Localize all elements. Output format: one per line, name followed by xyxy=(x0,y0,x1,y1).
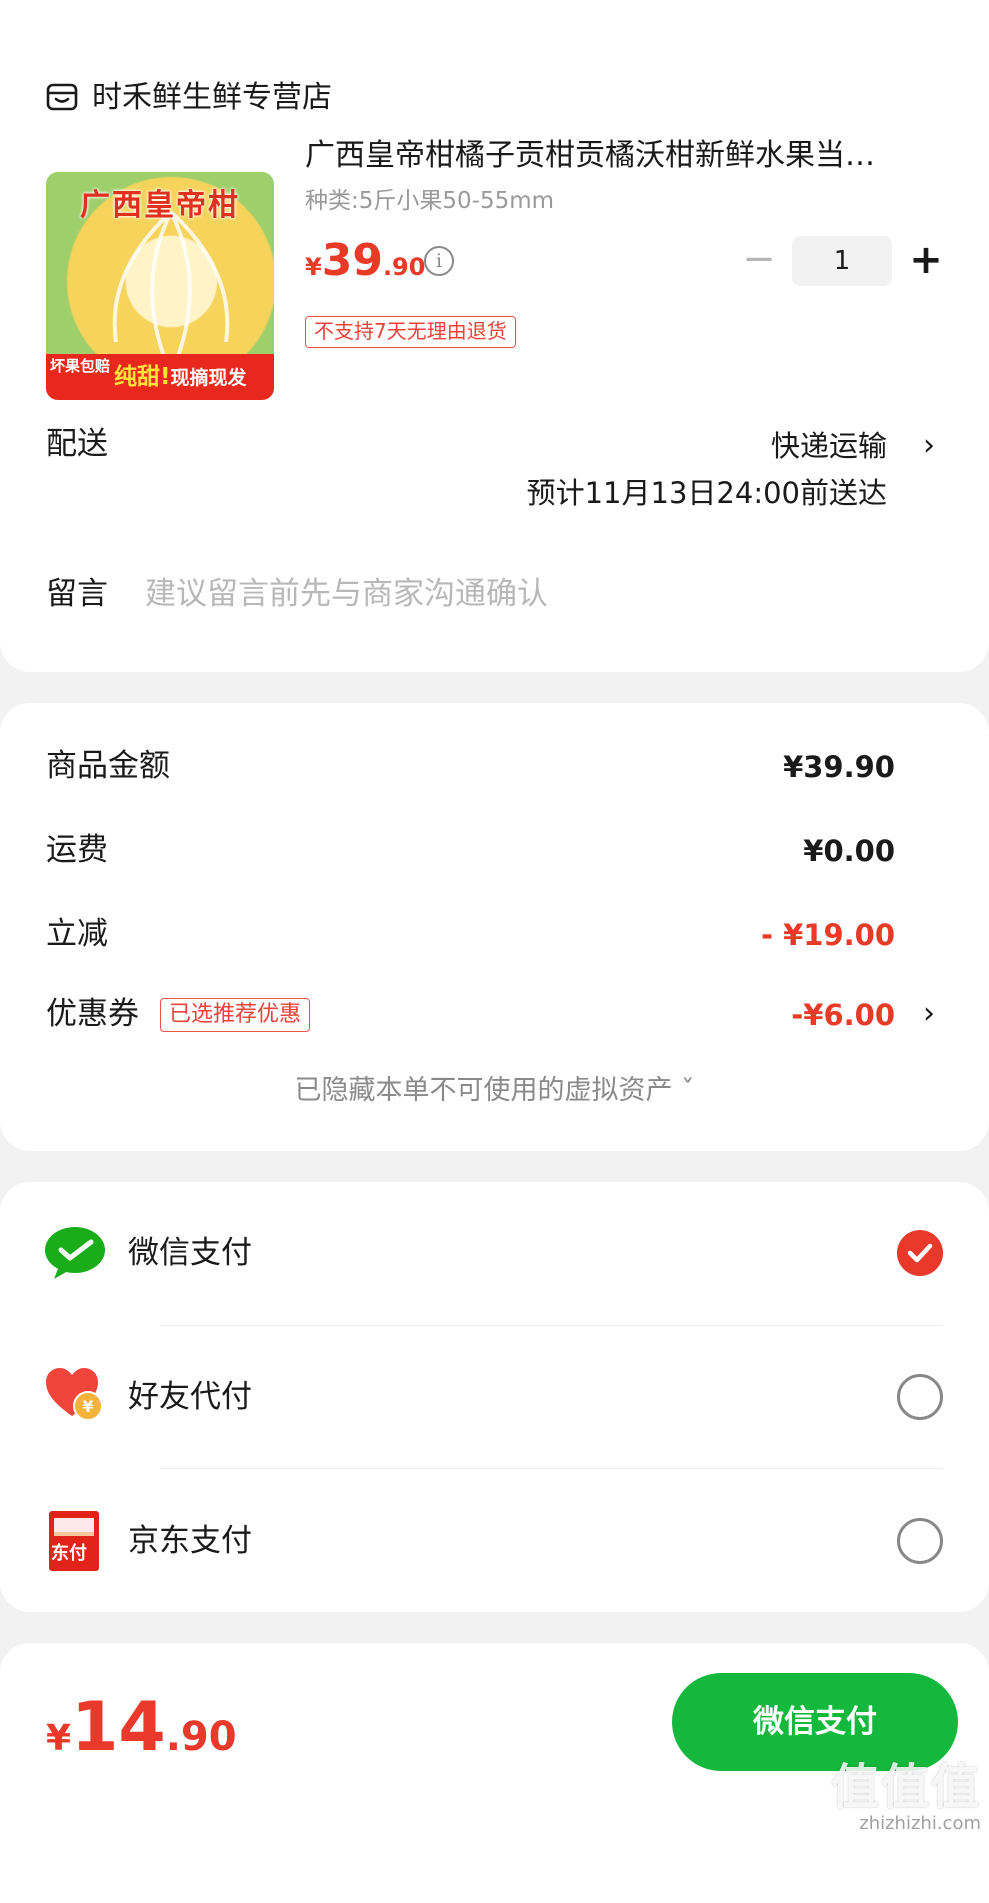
message-label: 留言 xyxy=(46,576,108,612)
friend-pay-radio[interactable] xyxy=(897,1374,943,1420)
payment-option-label[interactable]: 好友代付 xyxy=(128,1377,252,1417)
payment-option-label[interactable]: 京东支付 xyxy=(128,1521,252,1561)
product-price-currency: ¥ xyxy=(305,253,322,281)
coupon-recommended-badge[interactable]: 已选推荐优惠 xyxy=(160,998,311,1032)
message-input[interactable] xyxy=(145,570,905,618)
delivery-eta: 预计11月13日24:00前送达 xyxy=(526,476,887,510)
quantity-plus-button[interactable]: + xyxy=(908,240,944,280)
total-currency: ¥ xyxy=(46,1718,72,1759)
delivery-chevron-right-icon[interactable]: › xyxy=(923,427,935,465)
shipping-fee-value: ¥0.00 xyxy=(803,834,895,868)
shipping-fee-label: 运费 xyxy=(46,832,108,868)
product-image-tag-highlight: 纯甜! xyxy=(114,364,171,390)
jd-pay-icon: 东付 xyxy=(48,1510,100,1572)
product-image-tag: 纯甜!现摘现发 xyxy=(108,354,247,400)
product-price: ¥39.90 xyxy=(305,234,425,297)
quantity-minus-button[interactable]: − xyxy=(742,239,776,279)
return-policy-badge: 不支持7天无理由退货 xyxy=(305,316,516,348)
store-name[interactable]: 时禾鲜生鲜专营店 xyxy=(92,80,332,116)
divider xyxy=(160,1468,943,1469)
product-image-tag-text: 现摘现发 xyxy=(170,367,247,389)
price-info-icon[interactable]: i xyxy=(424,246,454,276)
delivery-method[interactable]: 快递运输 xyxy=(771,427,887,465)
svg-text:¥: ¥ xyxy=(82,1397,93,1416)
watermark-url: zhizhizhi.com xyxy=(859,1813,981,1834)
jd-pay-icon-text: 东付 xyxy=(51,1543,87,1564)
wechat-pay-radio[interactable] xyxy=(897,1230,943,1276)
product-image-title: 广西皇帝柑 xyxy=(80,188,240,223)
jd-pay-radio[interactable] xyxy=(897,1518,943,1564)
coupon-value[interactable]: -¥6.00 xyxy=(791,996,895,1034)
product-image[interactable]: 广西皇帝柑 坏果包赔 纯甜!现摘现发 xyxy=(46,172,274,400)
product-price-decimal: .90 xyxy=(382,253,426,281)
wechat-pay-icon xyxy=(44,1225,106,1281)
instant-discount-value: - ¥19.00 xyxy=(760,918,895,952)
watermark: 值值值 zhizhizhi.com xyxy=(831,1760,981,1834)
product-spec[interactable]: 种类:5斤小果50-55mm xyxy=(305,186,554,216)
watermark-logo: 值值值 xyxy=(830,1759,981,1815)
quantity-input[interactable]: 1 xyxy=(792,236,892,286)
delivery-label: 配送 xyxy=(46,426,108,462)
product-title[interactable]: 广西皇帝柑橘子贡柑贡橘沃柑新鲜水果当… xyxy=(305,136,945,176)
payment-option-label[interactable]: 微信支付 xyxy=(128,1233,252,1273)
store-icon xyxy=(46,82,78,112)
total-integer: 14 xyxy=(71,1688,166,1767)
product-image-banner: 坏果包赔 纯甜!现摘现发 xyxy=(46,354,274,400)
total-decimal: .90 xyxy=(165,1714,237,1760)
wechat-pay-button[interactable]: 微信支付 xyxy=(672,1673,958,1771)
coupon-chevron-right-icon[interactable]: › xyxy=(923,995,935,1033)
instant-discount-label: 立减 xyxy=(46,916,108,952)
divider xyxy=(160,1325,943,1326)
total-amount: ¥14.90 xyxy=(46,1688,237,1785)
goods-amount-label: 商品金额 xyxy=(46,748,170,784)
goods-amount-value: ¥39.90 xyxy=(783,750,895,784)
coupon-label[interactable]: 优惠券 xyxy=(46,995,139,1033)
product-image-badge: 坏果包赔 xyxy=(50,357,111,375)
hidden-assets-toggle[interactable]: 已隐藏本单不可使用的虚拟资产 ˇ xyxy=(0,1073,989,1109)
friend-pay-icon: ¥ xyxy=(44,1366,106,1422)
product-price-integer: 39 xyxy=(321,235,383,286)
